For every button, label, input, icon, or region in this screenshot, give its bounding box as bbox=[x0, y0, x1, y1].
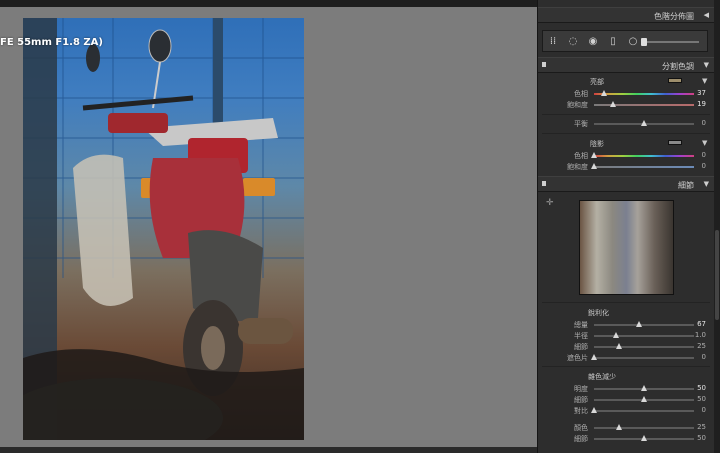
sharpening-label-0: 總量 bbox=[574, 321, 588, 329]
balance-label: 平衡 bbox=[574, 120, 588, 128]
shadows-hue-value[interactable]: 0 bbox=[690, 151, 706, 159]
sharpening-slider-3[interactable] bbox=[591, 354, 694, 360]
sharpening-label-3: 遮色片 bbox=[567, 354, 588, 362]
histogram-panel-header[interactable]: 色階分佈圖 ◀ bbox=[538, 7, 714, 23]
bottom-bar bbox=[0, 447, 537, 453]
noise-reduction-slider-0[interactable] bbox=[594, 385, 694, 391]
sharpening-value-0[interactable]: 67 bbox=[690, 320, 706, 328]
red-eye-icon[interactable]: ▯ bbox=[607, 36, 619, 48]
develop-right-panel: 色階分佈圖 ◀ ⁞⁞ ◌ ◉ ▯ ○ 分割色調 ▼ 亮部 ▼ 色相 37 飽和度… bbox=[537, 0, 720, 453]
detail-panel-header[interactable]: 細節 ▼ bbox=[538, 176, 714, 192]
balance-slider[interactable] bbox=[594, 120, 694, 126]
sharpening-slider-knob-0[interactable] bbox=[636, 321, 642, 327]
highlights-saturation-label: 飽和度 bbox=[567, 101, 588, 109]
detail-title: 細節 bbox=[678, 181, 694, 190]
highlights-hue-label: 色相 bbox=[574, 90, 588, 98]
grid-icon[interactable]: ⁞⁞ bbox=[547, 36, 559, 48]
panel-toggle-icon[interactable] bbox=[542, 181, 546, 186]
shadows-saturation-value[interactable]: 0 bbox=[690, 162, 706, 170]
shadows-hue-slider[interactable] bbox=[591, 152, 694, 158]
sharpening-label: 銳利化 bbox=[588, 309, 609, 317]
noise-reduction-label-4: 細節 bbox=[574, 435, 588, 443]
highlights-color-swatch[interactable] bbox=[668, 78, 682, 83]
noise-reduction-slider-4[interactable] bbox=[594, 435, 694, 441]
shadows-saturation-label: 飽和度 bbox=[567, 163, 588, 171]
balance-value[interactable]: 0 bbox=[690, 119, 706, 127]
noise-reduction-slider-1[interactable] bbox=[594, 396, 694, 402]
sharpening-value-1[interactable]: 1.0 bbox=[690, 331, 706, 339]
collapse-left-icon[interactable]: ◀ bbox=[704, 11, 709, 19]
highlights-label: 亮部 bbox=[590, 78, 604, 86]
shadows-label: 陰影 bbox=[590, 140, 604, 148]
noise-reduction-value-3[interactable]: 25 bbox=[690, 423, 706, 431]
noise-reduction-slider-knob-4[interactable] bbox=[641, 435, 647, 441]
image-canvas[interactable]: FE 55mm F1.8 ZA) bbox=[0, 7, 537, 447]
dropdown-icon[interactable]: ▼ bbox=[702, 139, 707, 147]
histogram-title: 色階分佈圖 bbox=[654, 12, 694, 21]
highlights-hue-value[interactable]: 37 bbox=[690, 89, 706, 97]
noise-reduction-value-4[interactable]: 50 bbox=[690, 434, 706, 442]
motorcycle-photo-illustration bbox=[23, 18, 304, 440]
crop-icon[interactable]: ◌ bbox=[567, 36, 579, 48]
sharpening-slider-0[interactable] bbox=[594, 321, 694, 327]
panel-scrollbar[interactable] bbox=[714, 0, 720, 453]
noise-reduction-value-0[interactable]: 50 bbox=[690, 384, 706, 392]
shadows-color-swatch[interactable] bbox=[668, 140, 682, 145]
tool-strip: ⁞⁞ ◌ ◉ ▯ ○ bbox=[542, 30, 708, 52]
dropdown-icon[interactable]: ▼ bbox=[702, 77, 707, 85]
spot-removal-icon[interactable]: ◉ bbox=[587, 36, 599, 48]
noise-reduction-value-2[interactable]: 0 bbox=[690, 406, 706, 414]
target-crosshair-icon[interactable]: ✛ bbox=[546, 198, 554, 208]
noise-reduction-label-1: 細節 bbox=[574, 396, 588, 404]
divider bbox=[542, 302, 710, 303]
photo[interactable] bbox=[23, 18, 304, 440]
noise-reduction-slider-knob-2[interactable] bbox=[591, 407, 597, 413]
lens-info-overlay: FE 55mm F1.8 ZA) bbox=[0, 37, 103, 48]
noise-reduction-slider-knob-0[interactable] bbox=[641, 385, 647, 391]
sharpening-value-2[interactable]: 25 bbox=[690, 342, 706, 350]
shadows-saturation-slider[interactable] bbox=[591, 163, 694, 169]
noise-reduction-slider-knob-3[interactable] bbox=[616, 424, 622, 430]
collapse-down-icon[interactable]: ▼ bbox=[704, 180, 709, 188]
sharpening-slider-knob-2[interactable] bbox=[616, 343, 622, 349]
noise-reduction-value-1[interactable]: 50 bbox=[690, 395, 706, 403]
divider bbox=[542, 114, 710, 115]
collapse-down-icon[interactable]: ▼ bbox=[704, 61, 709, 69]
highlights-saturation-value[interactable]: 19 bbox=[690, 100, 706, 108]
detail-zoom-preview[interactable] bbox=[579, 200, 674, 295]
brush-size-slider[interactable] bbox=[641, 38, 699, 46]
panel-toggle-icon[interactable] bbox=[542, 62, 546, 67]
noise-reduction-slider-3[interactable] bbox=[594, 424, 694, 430]
noise-reduction-slider-knob-1[interactable] bbox=[641, 396, 647, 402]
sharpening-slider-knob-3[interactable] bbox=[591, 354, 597, 360]
sharpening-slider-1[interactable] bbox=[594, 332, 694, 338]
shadows-hue-label: 色相 bbox=[574, 152, 588, 160]
highlights-hue-slider[interactable] bbox=[594, 90, 694, 96]
split-toning-title: 分割色調 bbox=[662, 62, 694, 71]
noise-reduction-label-3: 顏色 bbox=[574, 424, 588, 432]
split-toning-header[interactable]: 分割色調 ▼ bbox=[538, 57, 714, 73]
sharpening-label-2: 細節 bbox=[574, 343, 588, 351]
noise-reduction-label-0: 明度 bbox=[574, 385, 588, 393]
noise-reduction-label-2: 對比 bbox=[574, 407, 588, 415]
top-bar bbox=[0, 0, 537, 7]
divider bbox=[542, 133, 710, 134]
highlights-saturation-slider[interactable] bbox=[594, 101, 694, 107]
sharpening-slider-knob-1[interactable] bbox=[613, 332, 619, 338]
divider bbox=[542, 366, 710, 367]
sharpening-label-1: 半徑 bbox=[574, 332, 588, 340]
sharpening-slider-2[interactable] bbox=[594, 343, 694, 349]
noise-reduction-label: 雜色減少 bbox=[588, 373, 616, 381]
sharpening-value-3[interactable]: 0 bbox=[690, 353, 706, 361]
noise-reduction-slider-2[interactable] bbox=[591, 407, 694, 413]
graduated-filter-icon[interactable]: ○ bbox=[627, 36, 639, 48]
scrollbar-thumb[interactable] bbox=[715, 230, 719, 320]
